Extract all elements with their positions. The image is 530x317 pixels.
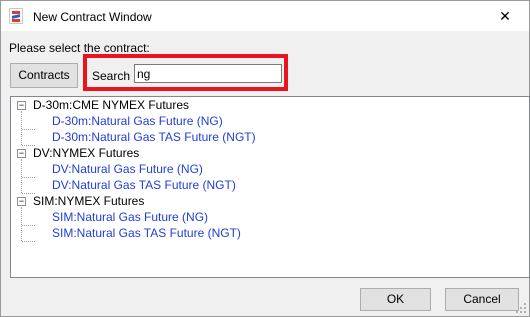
search-label: Search <box>92 69 131 83</box>
ok-button[interactable]: OK <box>360 288 431 311</box>
cancel-button[interactable]: Cancel <box>445 288 519 311</box>
contracts-button[interactable]: Contracts <box>10 63 78 88</box>
resize-grip-icon[interactable] <box>516 303 526 313</box>
app-logo-icon <box>9 8 23 24</box>
search-input[interactable] <box>134 64 282 83</box>
tree-group-sim[interactable]: SIM:NYMEX Futures <box>33 193 144 209</box>
group-expander-icon[interactable]: − <box>17 101 26 110</box>
tree-item[interactable]: SIM:Natural Gas TAS Future (NGT) <box>52 225 241 241</box>
tree-item[interactable]: D-30m:Natural Gas TAS Future (NGT) <box>52 129 256 145</box>
window-title: New Contract Window <box>33 10 152 24</box>
contract-tree[interactable]: − D-30m:CME NYMEX Futures D-30m:Natural … <box>10 96 530 278</box>
tree-item[interactable]: D-30m:Natural Gas Future (NG) <box>52 113 223 129</box>
group-expander-icon[interactable]: − <box>17 149 26 158</box>
tree-item[interactable]: DV:Natural Gas TAS Future (NGT) <box>52 177 236 193</box>
tree-item[interactable]: DV:Natural Gas Future (NG) <box>52 161 203 177</box>
close-icon[interactable]: ✕ <box>485 1 525 31</box>
title-bar: New Contract Window ✕ <box>1 1 529 31</box>
tree-group-d30m[interactable]: D-30m:CME NYMEX Futures <box>33 97 189 113</box>
new-contract-dialog: New Contract Window ✕ Please select the … <box>0 0 530 317</box>
tree-group-dv[interactable]: DV:NYMEX Futures <box>33 145 139 161</box>
select-contract-prompt: Please select the contract: <box>9 41 150 55</box>
tree-item[interactable]: SIM:Natural Gas Future (NG) <box>52 209 208 225</box>
group-expander-icon[interactable]: − <box>17 197 26 206</box>
